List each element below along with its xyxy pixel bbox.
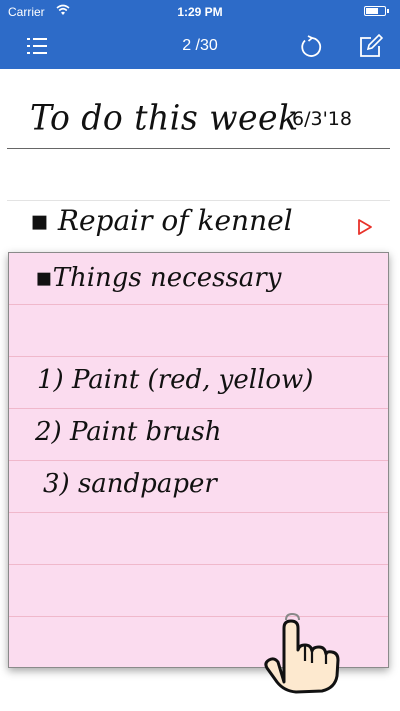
pointing-hand-icon (264, 612, 340, 694)
subnote-rule (9, 356, 388, 357)
status-time: 1:29 PM (177, 5, 223, 19)
triangle-right-icon[interactable] (357, 218, 373, 236)
note-title[interactable]: To do this week (30, 97, 299, 138)
top-bar: Carrier 1:29 PM 2 /30 (0, 0, 400, 69)
refresh-icon[interactable] (299, 35, 323, 59)
navigation-bar: 2 /30 (0, 24, 400, 69)
title-divider (7, 148, 390, 149)
note-rule (7, 200, 390, 201)
subnote-rule (9, 460, 388, 461)
subnote-line-text: 1) Paint (red, yellow) (37, 365, 314, 395)
battery-icon (364, 6, 389, 16)
subnote-line-text: ▪Things necessary (35, 263, 282, 293)
status-bar: Carrier 1:29 PM (0, 0, 400, 24)
subnote-rule (9, 304, 388, 305)
compose-icon[interactable] (358, 33, 384, 59)
entry-label: ▪ Repair of kennel (30, 204, 293, 237)
subnote-line-text: 3) sandpaper (43, 469, 217, 499)
app-screen: Carrier 1:29 PM 2 /30 To do this week 6/… (0, 0, 400, 711)
subnote-rule (9, 564, 388, 565)
subnote-line-text: 2) Paint brush (35, 417, 222, 447)
note-date: 6/3'18 (292, 108, 352, 130)
subnote-rule (9, 512, 388, 513)
page-counter: 2 /30 (182, 37, 218, 54)
subnote-panel[interactable]: ▪Things necessary 1) Paint (red, yellow)… (8, 252, 389, 668)
list-item[interactable]: ▪ Repair of kennel (0, 202, 400, 248)
subnote-rule (9, 408, 388, 409)
